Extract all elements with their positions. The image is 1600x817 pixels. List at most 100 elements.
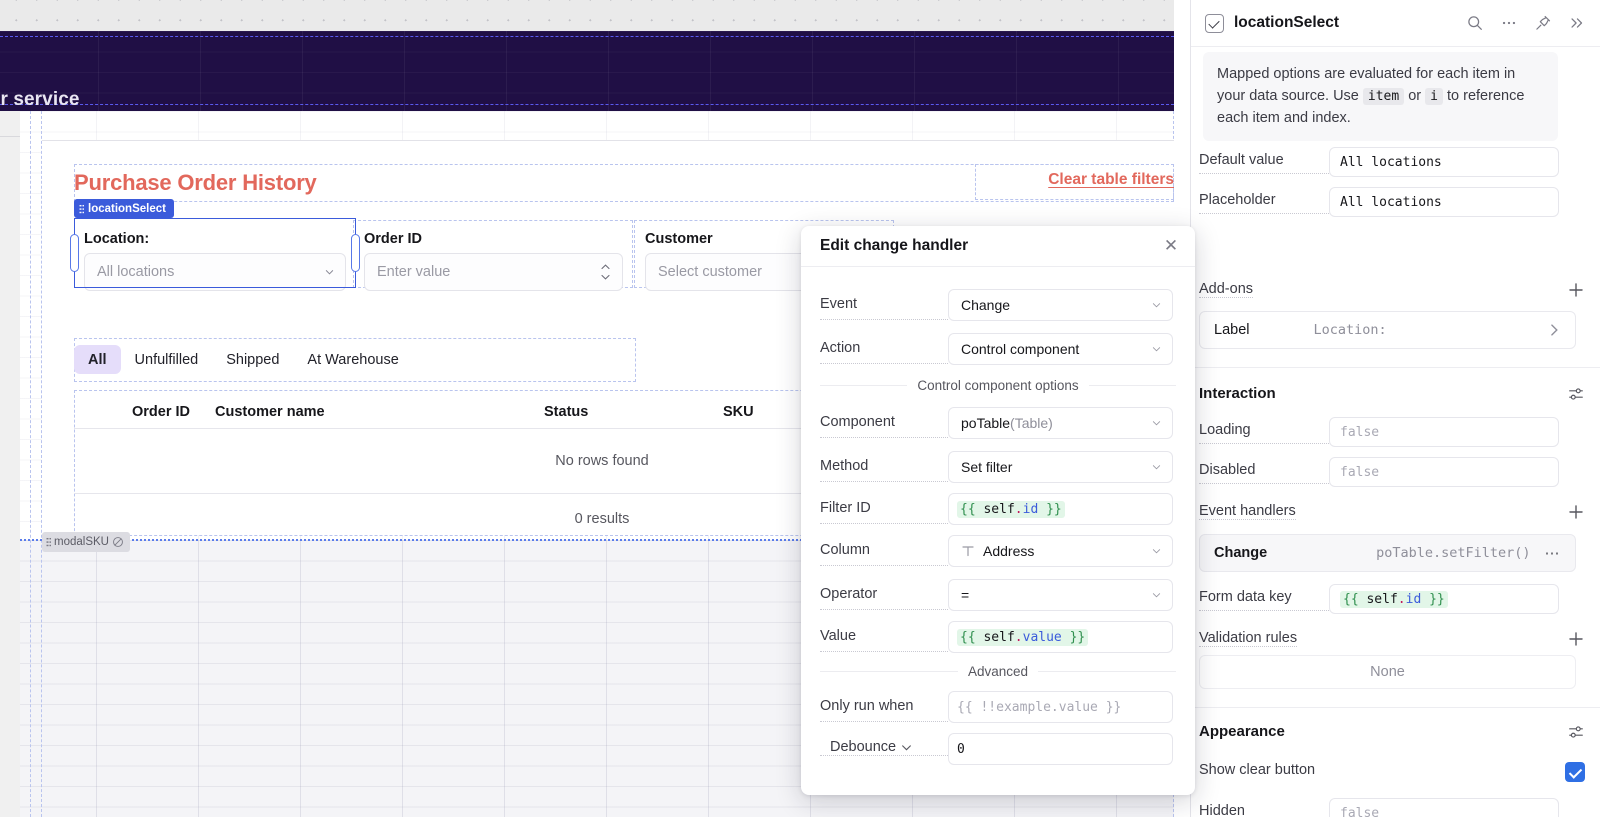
filter-id-input[interactable]: {{ self.id }}	[948, 493, 1173, 525]
row-show-clear-button: Show clear button	[1199, 757, 1593, 787]
more-horizontal-icon[interactable]: ⋯	[1545, 544, 1562, 562]
close-icon[interactable]: ✕	[1161, 236, 1181, 256]
validation-rules-none[interactable]: None	[1199, 655, 1576, 689]
event-handler-value: poTable.setFilter()	[1376, 545, 1531, 561]
chevron-down-icon	[1152, 303, 1161, 308]
hidden-input[interactable]: false	[1329, 798, 1559, 817]
vertical-guide	[30, 111, 31, 817]
debounce-label-group[interactable]: Debounce	[820, 733, 948, 756]
modal-row-filter-id: Filter ID {{ self.id }}	[820, 493, 1176, 525]
operator-select[interactable]: =	[948, 579, 1173, 611]
value-expression: {{ self.value }}	[957, 628, 1089, 646]
action-select-value: Control component	[961, 341, 1080, 357]
only-run-when-input[interactable]: {{ !!example.value }}	[948, 691, 1173, 723]
settings-sliders-icon[interactable]	[1567, 723, 1585, 741]
loading-input[interactable]: false	[1329, 417, 1559, 447]
form-data-key-input[interactable]: {{ self.id }}	[1329, 584, 1559, 614]
value-input[interactable]: {{ self.value }}	[948, 621, 1173, 653]
loading-label: Loading	[1199, 417, 1329, 444]
divider-line-left	[820, 385, 908, 386]
only-run-when-placeholder: {{ !!example.value }}	[957, 699, 1122, 715]
hidden-label: Hidden	[1199, 798, 1329, 817]
addon-label-row[interactable]: Label Location:	[1199, 311, 1576, 349]
column-header-status[interactable]: Status	[544, 404, 588, 420]
action-label: Action	[820, 333, 948, 364]
method-select[interactable]: Set filter	[948, 451, 1173, 483]
operator-label: Operator	[820, 579, 948, 610]
column-header-customer-name[interactable]: Customer name	[215, 404, 325, 420]
event-select-value: Change	[961, 297, 1011, 313]
validation-rules-section-header: Validation rules	[1199, 630, 1593, 647]
location-select[interactable]: All locations	[84, 253, 346, 291]
appearance-section-header: Appearance	[1199, 723, 1593, 740]
event-handler-row-change[interactable]: Change poTable.setFilter() ⋯	[1199, 534, 1576, 572]
event-select[interactable]: Change	[948, 289, 1173, 321]
location-select-value: All locations	[97, 264, 175, 280]
default-value-text: All locations	[1340, 154, 1442, 170]
pin-icon[interactable]	[1534, 14, 1552, 32]
tab-shipped[interactable]: Shipped	[212, 345, 293, 374]
hint-code-index: i	[1425, 87, 1443, 105]
edit-change-handler-modal: Edit change handler ✕ Event Change Actio…	[801, 226, 1195, 795]
chevron-down-icon[interactable]	[901, 742, 912, 753]
filter-id-label: Filter ID	[820, 493, 948, 524]
default-value-input[interactable]: All locations	[1329, 147, 1559, 177]
component-select[interactable]: poTable (Table)	[948, 407, 1173, 439]
interaction-section-header: Interaction	[1199, 385, 1593, 402]
selected-component-badge[interactable]: locationSelect	[74, 199, 174, 218]
column-header-sku[interactable]: SKU	[723, 404, 754, 420]
search-icon[interactable]	[1466, 14, 1484, 32]
hidden-eye-off-icon	[113, 537, 123, 547]
chevron-right-icon[interactable]	[1547, 323, 1561, 337]
tab-unfulfilled[interactable]: Unfulfilled	[121, 345, 213, 374]
modal-sku-label: modalSKU	[54, 536, 109, 548]
component-enabled-checkbox[interactable]	[1205, 13, 1224, 33]
modal-row-value: Value {{ self.value }}	[820, 621, 1176, 653]
selected-component-name: locationSelect	[88, 202, 166, 215]
modal-sku-chip[interactable]: modalSKU	[42, 532, 130, 552]
order-id-input[interactable]: Enter value	[364, 253, 623, 291]
event-handler-name: Change	[1214, 545, 1268, 561]
add-icon[interactable]	[1567, 281, 1585, 299]
modal-title: Edit change handler	[820, 237, 969, 254]
value-label: Value	[820, 621, 948, 652]
add-icon[interactable]	[1567, 630, 1585, 648]
loading-value: false	[1340, 424, 1380, 440]
resize-handle-left[interactable]	[70, 234, 79, 272]
chevron-up-icon[interactable]	[600, 264, 611, 271]
chevron-down-icon	[1152, 549, 1161, 554]
divider-line-right	[1038, 671, 1177, 672]
chevrons-right-icon[interactable]	[1568, 14, 1586, 32]
show-clear-button-label: Show clear button	[1199, 762, 1316, 778]
modal-row-column: Column Address	[820, 535, 1176, 567]
modal-row-method: Method Set filter	[820, 451, 1176, 483]
chevron-down-icon[interactable]	[600, 274, 611, 281]
more-horizontal-icon[interactable]	[1500, 14, 1518, 32]
resize-handle-right[interactable]	[351, 234, 360, 272]
tab-all[interactable]: All	[74, 345, 121, 374]
placeholder-input[interactable]: All locations	[1329, 187, 1559, 217]
order-id-placeholder: Enter value	[377, 264, 451, 280]
row-disabled: Disabled false	[1199, 457, 1593, 487]
settings-sliders-icon[interactable]	[1567, 385, 1585, 403]
modal-header: Edit change handler ✕	[801, 226, 1195, 267]
add-icon[interactable]	[1567, 503, 1585, 521]
only-run-when-label: Only run when	[820, 691, 948, 722]
form-data-key-label: Form data key	[1199, 584, 1329, 611]
disabled-input[interactable]: false	[1329, 457, 1559, 487]
chevron-down-icon	[1152, 347, 1161, 352]
drag-grip-icon[interactable]	[46, 537, 51, 547]
debounce-input[interactable]: 0	[948, 733, 1173, 765]
form-data-key-value: {{ self.id }}	[1340, 590, 1448, 608]
show-clear-button-checkbox[interactable]	[1565, 762, 1585, 782]
column-select[interactable]: Address	[948, 535, 1173, 567]
number-stepper[interactable]	[600, 264, 611, 281]
validation-rules-title: Validation rules	[1199, 630, 1298, 647]
tab-at-warehouse[interactable]: At Warehouse	[293, 345, 412, 374]
column-header-order-id[interactable]: Order ID	[132, 404, 190, 420]
clear-table-filters-link[interactable]: Clear table filters	[975, 171, 1174, 189]
modal-row-action: Action Control component	[820, 333, 1176, 365]
inspector-panel: locationSelect Mapped options are evalua…	[1190, 0, 1600, 817]
action-select[interactable]: Control component	[948, 333, 1173, 365]
drag-grip-icon[interactable]	[79, 203, 84, 214]
